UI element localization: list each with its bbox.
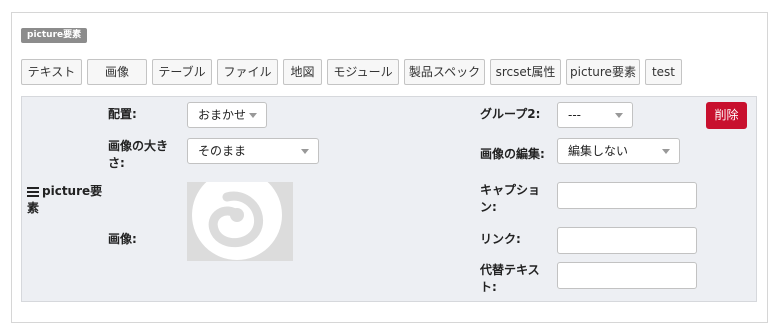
chevron-down-icon — [301, 149, 309, 154]
image-edit-value: 編集しない — [568, 144, 629, 158]
caption-input[interactable] — [557, 182, 697, 209]
tab-text[interactable]: テキスト — [21, 59, 82, 85]
tab-table[interactable]: テーブル — [152, 59, 212, 85]
delete-button[interactable]: 削除 — [706, 102, 747, 129]
swirl-placeholder-icon — [192, 182, 282, 260]
tab-product-spec[interactable]: 製品スペック — [404, 59, 485, 85]
link-input[interactable] — [557, 227, 697, 254]
image-label: 画像: — [108, 232, 137, 246]
tab-file[interactable]: ファイル — [217, 59, 278, 85]
caption-label-line2: ン: — [480, 200, 497, 214]
size-value: そのまま — [198, 144, 247, 158]
alt-text-label-line2: ト: — [480, 280, 497, 294]
tab-srcset[interactable]: srcset属性 — [490, 59, 561, 85]
size-label-line1: 画像の大き — [108, 139, 169, 153]
chevron-down-icon — [615, 113, 623, 118]
placement-label: 配置: — [108, 107, 137, 121]
group-label: グループ2: — [480, 107, 541, 121]
image-edit-select[interactable]: 編集しない — [557, 138, 680, 164]
unit-type-badge: picture要素 — [21, 28, 88, 43]
size-label-line2: さ: — [108, 156, 125, 170]
placement-select[interactable]: おまかせ — [187, 102, 267, 128]
group-value: --- — [568, 108, 581, 122]
caption-label-line1: キャプショ — [480, 183, 541, 197]
image-edit-label: 画像の編集: — [480, 147, 545, 161]
unit-title-line1: picture要 — [42, 184, 103, 198]
unit-title-line2: 素 — [27, 201, 40, 215]
alt-text-input[interactable] — [557, 262, 697, 289]
placement-value: おまかせ — [198, 108, 247, 122]
tab-picture[interactable]: picture要素 — [566, 59, 640, 85]
tab-map[interactable]: 地図 — [283, 59, 322, 85]
chevron-down-icon — [249, 113, 257, 118]
tab-test[interactable]: test — [645, 59, 682, 85]
tab-module[interactable]: モジュール — [327, 59, 399, 85]
tab-image[interactable]: 画像 — [87, 59, 147, 85]
image-placeholder-thumbnail[interactable] — [187, 182, 293, 261]
link-label: リンク: — [480, 232, 521, 246]
size-select[interactable]: そのまま — [187, 138, 319, 164]
group-select[interactable]: --- — [557, 102, 633, 128]
drag-handle-icon[interactable] — [27, 187, 39, 197]
chevron-down-icon — [662, 149, 670, 154]
alt-text-label-line1: 代替テキス — [480, 263, 540, 277]
